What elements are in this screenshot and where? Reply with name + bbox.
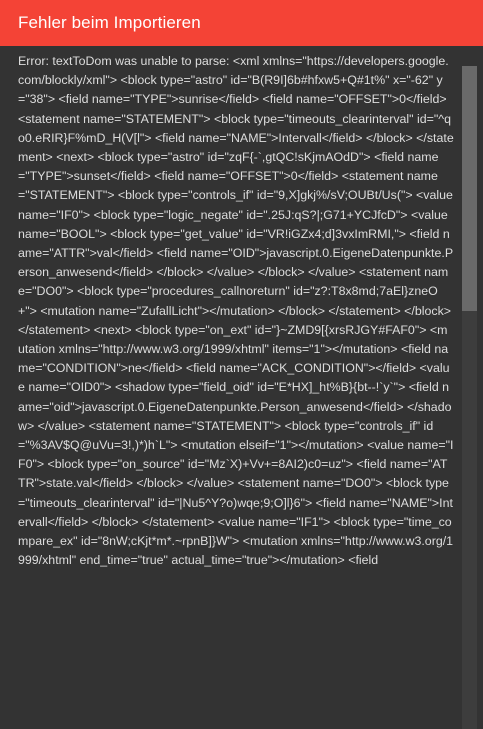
dialog-content[interactable]: Error: textToDom was unable to parse: <x… — [0, 46, 462, 729]
import-error-dialog: Fehler beim Importieren Error: textToDom… — [0, 0, 483, 729]
dialog-title: Fehler beim Importieren — [18, 13, 201, 32]
error-message: Error: textToDom was unable to parse: <x… — [18, 54, 454, 568]
vertical-scrollbar[interactable] — [462, 66, 477, 729]
dialog-titlebar: Fehler beim Importieren — [0, 0, 483, 46]
scrollbar-thumb[interactable] — [462, 66, 477, 311]
